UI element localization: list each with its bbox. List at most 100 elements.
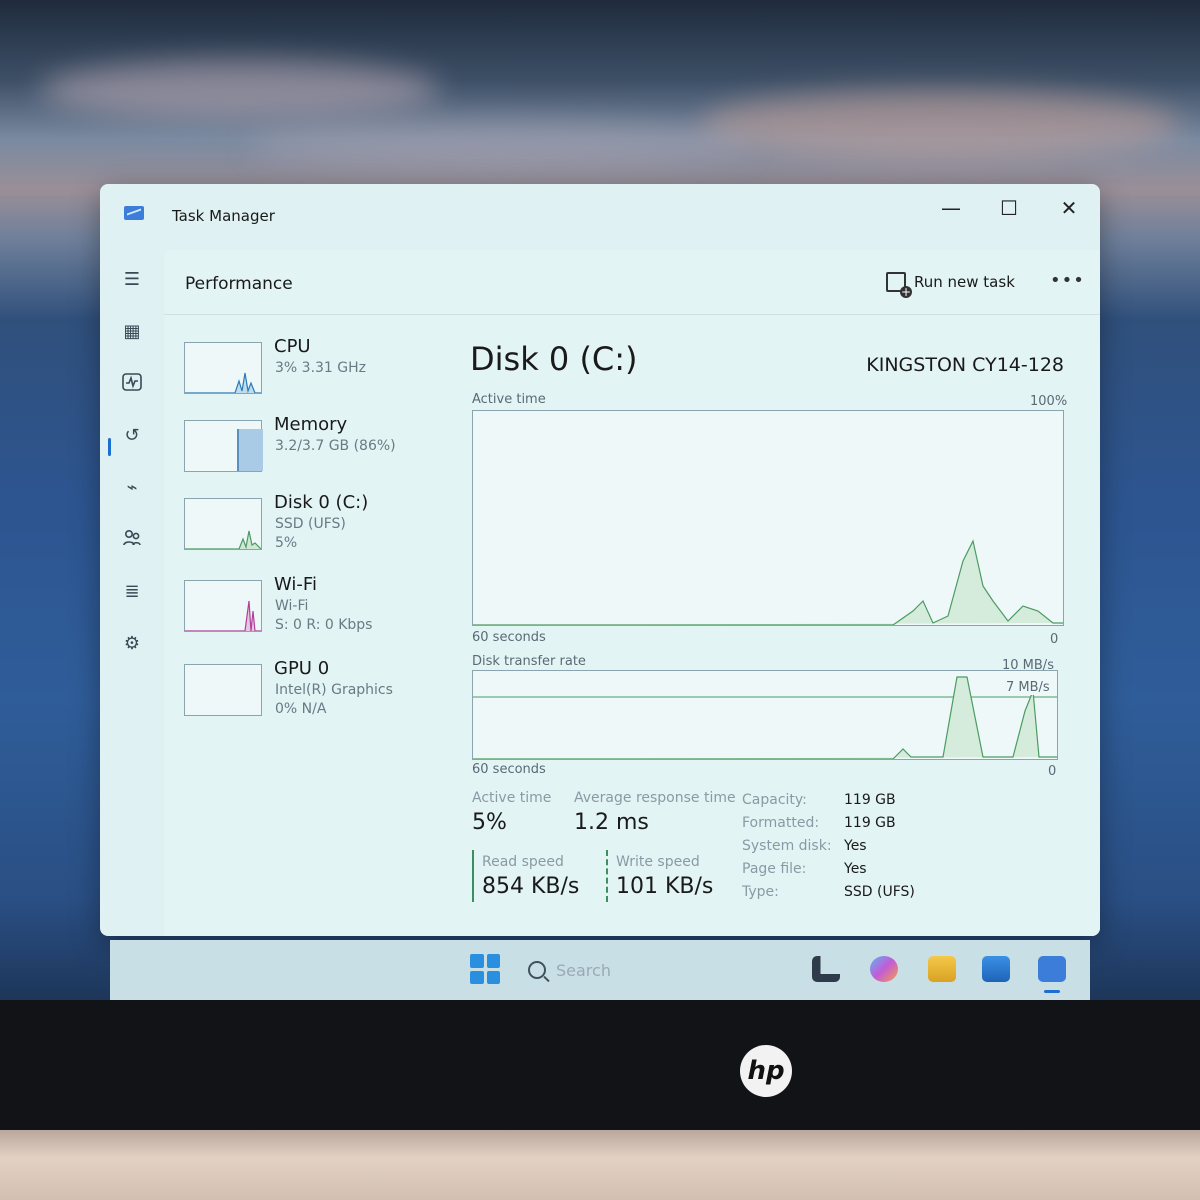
resource-name: Wi-Fi bbox=[274, 574, 317, 595]
resource-item-cpu[interactable]: CPU 3% 3.31 GHz bbox=[184, 336, 444, 400]
write-speed-indicator bbox=[606, 850, 608, 902]
transfer-rate-zero: 0 bbox=[1048, 764, 1057, 779]
stat-write-label: Write speed bbox=[616, 854, 700, 870]
window-title: Task Manager bbox=[172, 207, 275, 225]
run-new-task-label: Run new task bbox=[914, 273, 1015, 291]
disk-title: Disk 0 (C:) bbox=[470, 340, 638, 378]
nav-selected-indicator bbox=[108, 438, 111, 456]
cpu-mini-graph bbox=[184, 342, 262, 394]
memory-fill bbox=[237, 429, 263, 471]
resource-item-wifi[interactable]: Wi-Fi Wi-Fi S: 0 R: 0 Kbps bbox=[184, 574, 444, 638]
read-speed-indicator bbox=[472, 850, 474, 902]
stat-active-time-label: Active time bbox=[472, 790, 552, 806]
run-task-icon bbox=[886, 272, 912, 298]
active-time-graph-svg bbox=[473, 539, 1063, 626]
app-history-icon[interactable]: ↺ bbox=[120, 424, 144, 448]
resource-name: Disk 0 (C:) bbox=[274, 492, 369, 513]
gpu-mini-graph bbox=[184, 664, 262, 716]
start-button[interactable] bbox=[470, 954, 500, 984]
search-placeholder: Search bbox=[556, 960, 611, 980]
prop-value: Yes bbox=[844, 838, 867, 854]
resource-sub: 3.2/3.7 GB (86%) bbox=[275, 438, 396, 454]
resource-sub-2: S: 0 R: 0 Kbps bbox=[275, 617, 373, 633]
prop-key: System disk: bbox=[742, 838, 832, 854]
prop-value: 119 GB bbox=[844, 815, 896, 831]
resource-sub-2: 5% bbox=[275, 535, 298, 551]
nav-rail: ☰ ▦ ↺ ⌁ ≣ ⚙ ⚙ bbox=[100, 244, 160, 936]
more-options-button[interactable]: ••• bbox=[1050, 270, 1085, 291]
title-bar: Task Manager — ☐ ✕ bbox=[100, 184, 1100, 244]
startup-apps-icon[interactable]: ⌁ bbox=[120, 476, 144, 500]
stat-active-time-value: 5% bbox=[472, 810, 507, 835]
resource-sub-2: 0% N/A bbox=[275, 701, 327, 717]
close-button[interactable]: ✕ bbox=[1044, 190, 1094, 226]
resource-name: CPU bbox=[274, 336, 311, 357]
prop-key: Capacity: bbox=[742, 792, 807, 808]
file-explorer-icon[interactable] bbox=[928, 956, 956, 982]
resource-sub: 3% 3.31 GHz bbox=[275, 360, 367, 376]
run-new-task-button[interactable]: Run new task bbox=[886, 272, 1015, 298]
services-icon[interactable]: ⚙ bbox=[120, 632, 144, 656]
taskbar-search[interactable]: Search bbox=[528, 956, 678, 984]
page-title: Performance bbox=[185, 274, 293, 294]
resource-item-disk[interactable]: Disk 0 (C:) SSD (UFS) 5% bbox=[184, 492, 444, 556]
cpu-mini-graph-svg bbox=[185, 372, 261, 394]
performance-icon[interactable] bbox=[120, 372, 144, 396]
users-icon-glyph bbox=[123, 529, 141, 546]
performance-icon-glyph bbox=[122, 373, 142, 391]
laptop-base bbox=[0, 1130, 1200, 1200]
users-icon[interactable] bbox=[120, 528, 144, 552]
processes-icon[interactable]: ▦ bbox=[120, 320, 144, 344]
copilot-app-icon[interactable] bbox=[870, 956, 898, 982]
performance-pane: Performance Run new task ••• CPU 3% 3.31… bbox=[164, 250, 1100, 936]
disk-mini-graph-svg bbox=[185, 530, 262, 550]
active-app-indicator bbox=[1044, 990, 1060, 993]
resource-item-memory[interactable]: Memory 3.2/3.7 GB (86%) bbox=[184, 414, 444, 478]
hp-logo: hp bbox=[740, 1045, 792, 1097]
resource-name: Memory bbox=[274, 414, 348, 435]
disk-model: KINGSTON CY14-128 bbox=[866, 354, 1064, 376]
store-app-icon[interactable] bbox=[982, 956, 1010, 982]
taskbar: Search bbox=[110, 940, 1090, 1002]
prop-key: Type: bbox=[742, 884, 779, 900]
stat-read-label: Read speed bbox=[482, 854, 564, 870]
resource-sub: Intel(R) Graphics bbox=[275, 682, 393, 698]
disk-mini-graph bbox=[184, 498, 262, 550]
transfer-rate-seconds: 60 seconds bbox=[472, 762, 546, 777]
prop-key: Formatted: bbox=[742, 815, 820, 831]
hamburger-icon[interactable]: ☰ bbox=[120, 268, 144, 292]
header-divider bbox=[164, 314, 1100, 315]
resource-sub: SSD (UFS) bbox=[275, 516, 346, 532]
laptop-bezel: hp bbox=[0, 1000, 1200, 1130]
resource-sub: Wi-Fi bbox=[275, 598, 309, 614]
maximize-button[interactable]: ☐ bbox=[984, 190, 1034, 226]
task-manager-window: Task Manager — ☐ ✕ ☰ ▦ ↺ ⌁ ≣ ⚙ ⚙ Perform… bbox=[100, 184, 1100, 936]
stat-write-value: 101 KB/s bbox=[616, 874, 714, 899]
transfer-rate-mark: 7 MB/s bbox=[1006, 680, 1050, 695]
active-time-label: Active time bbox=[472, 392, 546, 407]
stat-read-value: 854 KB/s bbox=[482, 874, 580, 899]
resource-name: GPU 0 bbox=[274, 658, 330, 679]
active-time-max: 100% bbox=[1030, 394, 1068, 409]
minimize-button[interactable]: — bbox=[926, 190, 976, 226]
prop-key: Page file: bbox=[742, 861, 807, 877]
prop-value: SSD (UFS) bbox=[844, 884, 915, 900]
details-icon[interactable]: ≣ bbox=[120, 580, 144, 604]
stat-avg-response-label: Average response time bbox=[574, 790, 736, 806]
memory-mini-graph bbox=[184, 420, 263, 472]
transfer-rate-graph-svg bbox=[473, 676, 1057, 760]
stat-avg-response-value: 1.2 ms bbox=[574, 810, 649, 835]
active-time-graph bbox=[472, 410, 1064, 626]
widgets-app-icon[interactable] bbox=[812, 956, 840, 982]
active-time-zero: 0 bbox=[1050, 632, 1059, 647]
transfer-rate-graph bbox=[472, 670, 1058, 760]
active-time-seconds: 60 seconds bbox=[472, 630, 546, 645]
transfer-rate-label: Disk transfer rate bbox=[472, 654, 586, 669]
search-icon bbox=[528, 961, 546, 979]
task-manager-taskbar-icon[interactable] bbox=[1038, 956, 1066, 982]
resource-item-gpu[interactable]: GPU 0 Intel(R) Graphics 0% N/A bbox=[184, 658, 444, 722]
prop-value: 119 GB bbox=[844, 792, 896, 808]
wifi-mini-graph-svg bbox=[185, 600, 261, 632]
task-manager-app-icon bbox=[124, 206, 144, 220]
prop-value: Yes bbox=[844, 861, 867, 877]
